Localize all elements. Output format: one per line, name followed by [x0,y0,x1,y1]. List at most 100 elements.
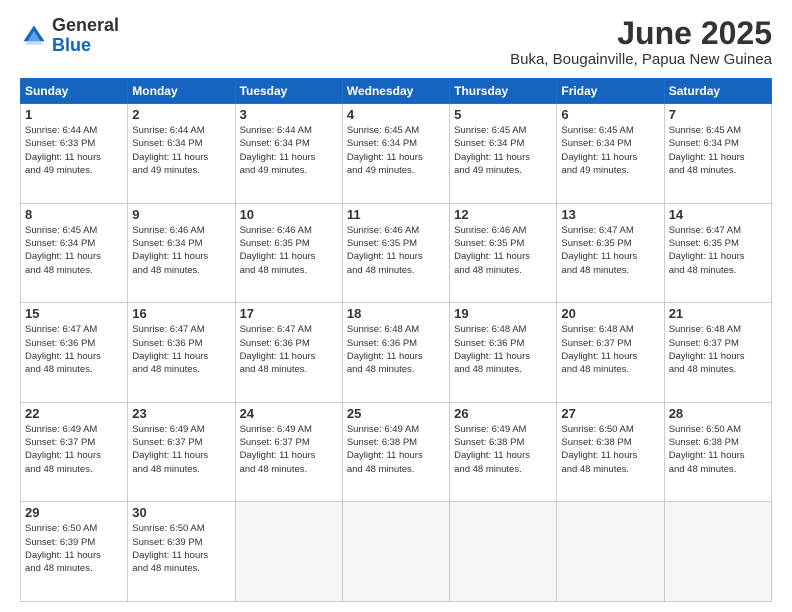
day-detail: Sunrise: 6:46 AM Sunset: 6:35 PM Dayligh… [454,224,552,277]
day-number: 12 [454,207,552,222]
day-number: 5 [454,107,552,122]
day-number: 17 [240,306,338,321]
day-detail: Sunrise: 6:48 AM Sunset: 6:36 PM Dayligh… [454,323,552,376]
day-detail: Sunrise: 6:50 AM Sunset: 6:39 PM Dayligh… [132,522,230,575]
calendar-cell: 12 Sunrise: 6:46 AM Sunset: 6:35 PM Dayli… [450,203,557,303]
day-number: 22 [25,406,123,421]
day-number: 15 [25,306,123,321]
col-monday: Monday [128,79,235,104]
day-detail: Sunrise: 6:50 AM Sunset: 6:38 PM Dayligh… [669,423,767,476]
calendar-row: 29Sunrise: 6:50 AM Sunset: 6:39 PM Dayli… [21,502,772,602]
day-detail: Sunrise: 6:47 AM Sunset: 6:36 PM Dayligh… [240,323,338,376]
calendar-cell [557,502,664,602]
calendar-cell [342,502,449,602]
calendar-cell: 25 Sunrise: 6:49 AM Sunset: 6:38 PM Dayli… [342,402,449,502]
day-detail: Sunrise: 6:49 AM Sunset: 6:38 PM Dayligh… [454,423,552,476]
col-tuesday: Tuesday [235,79,342,104]
calendar-row: 1 Sunrise: 6:44 AM Sunset: 6:33 PM Daylig… [21,104,772,204]
day-detail: Sunrise: 6:50 AM Sunset: 6:39 PM Dayligh… [25,522,123,575]
logo: General Blue [20,16,119,56]
day-number: 20 [561,306,659,321]
calendar-cell: 26 Sunrise: 6:49 AM Sunset: 6:38 PM Dayli… [450,402,557,502]
logo-blue: Blue [52,35,91,55]
day-number: 21 [669,306,767,321]
day-detail: Sunrise: 6:45 AM Sunset: 6:34 PM Dayligh… [669,124,767,177]
day-number: 25 [347,406,445,421]
calendar-cell: 21 Sunrise: 6:48 AM Sunset: 6:37 PM Dayli… [664,303,771,403]
day-detail: Sunrise: 6:45 AM Sunset: 6:34 PM Dayligh… [25,224,123,277]
calendar-table: Sunday Monday Tuesday Wednesday Thursday… [20,78,772,602]
day-number: 2 [132,107,230,122]
day-number: 18 [347,306,445,321]
calendar-cell: 28 Sunrise: 6:50 AM Sunset: 6:38 PM Dayli… [664,402,771,502]
calendar-cell: 29Sunrise: 6:50 AM Sunset: 6:39 PM Dayli… [21,502,128,602]
day-detail: Sunrise: 6:44 AM Sunset: 6:34 PM Dayligh… [240,124,338,177]
calendar-cell: 7Sunrise: 6:45 AM Sunset: 6:34 PM Daylig… [664,104,771,204]
day-detail: Sunrise: 6:44 AM Sunset: 6:34 PM Dayligh… [132,124,230,177]
calendar-page: General Blue June 2025 Buka, Bougainvill… [0,0,792,612]
calendar-cell: 5 Sunrise: 6:45 AM Sunset: 6:34 PM Daylig… [450,104,557,204]
calendar-cell: 22 Sunrise: 6:49 AM Sunset: 6:37 PM Dayli… [21,402,128,502]
calendar-cell: 20 Sunrise: 6:48 AM Sunset: 6:37 PM Dayli… [557,303,664,403]
calendar-cell [664,502,771,602]
logo-icon [20,22,48,50]
day-number: 6 [561,107,659,122]
day-number: 9 [132,207,230,222]
month-title: June 2025 [510,16,772,51]
day-number: 19 [454,306,552,321]
day-detail: Sunrise: 6:49 AM Sunset: 6:37 PM Dayligh… [132,423,230,476]
calendar-row: 22 Sunrise: 6:49 AM Sunset: 6:37 PM Dayli… [21,402,772,502]
day-number: 30 [132,505,230,520]
day-number: 11 [347,207,445,222]
day-number: 1 [25,107,123,122]
day-detail: Sunrise: 6:45 AM Sunset: 6:34 PM Dayligh… [454,124,552,177]
calendar-cell: 10 Sunrise: 6:46 AM Sunset: 6:35 PM Dayli… [235,203,342,303]
calendar-row: 15 Sunrise: 6:47 AM Sunset: 6:36 PM Dayli… [21,303,772,403]
day-number: 16 [132,306,230,321]
calendar-cell: 30 Sunrise: 6:50 AM Sunset: 6:39 PM Dayli… [128,502,235,602]
col-wednesday: Wednesday [342,79,449,104]
day-detail: Sunrise: 6:46 AM Sunset: 6:34 PM Dayligh… [132,224,230,277]
day-number: 3 [240,107,338,122]
calendar-cell: 15Sunrise: 6:47 AM Sunset: 6:36 PM Dayli… [21,303,128,403]
calendar-cell [235,502,342,602]
calendar-cell: 27 Sunrise: 6:50 AM Sunset: 6:38 PM Dayli… [557,402,664,502]
logo-general: General [52,15,119,35]
calendar-cell: 8 Sunrise: 6:45 AM Sunset: 6:34 PM Daylig… [21,203,128,303]
day-number: 10 [240,207,338,222]
calendar-cell: 9 Sunrise: 6:46 AM Sunset: 6:34 PM Daylig… [128,203,235,303]
day-detail: Sunrise: 6:47 AM Sunset: 6:35 PM Dayligh… [561,224,659,277]
day-number: 4 [347,107,445,122]
day-detail: Sunrise: 6:47 AM Sunset: 6:35 PM Dayligh… [669,224,767,277]
calendar-row: 8 Sunrise: 6:45 AM Sunset: 6:34 PM Daylig… [21,203,772,303]
day-number: 26 [454,406,552,421]
day-detail: Sunrise: 6:47 AM Sunset: 6:36 PM Dayligh… [132,323,230,376]
title-block: June 2025 Buka, Bougainville, Papua New … [510,16,772,68]
day-detail: Sunrise: 6:49 AM Sunset: 6:38 PM Dayligh… [347,423,445,476]
day-detail: Sunrise: 6:46 AM Sunset: 6:35 PM Dayligh… [240,224,338,277]
day-detail: Sunrise: 6:44 AM Sunset: 6:33 PM Dayligh… [25,124,123,177]
col-sunday: Sunday [21,79,128,104]
day-detail: Sunrise: 6:50 AM Sunset: 6:38 PM Dayligh… [561,423,659,476]
col-saturday: Saturday [664,79,771,104]
calendar-cell: 11 Sunrise: 6:46 AM Sunset: 6:35 PM Dayli… [342,203,449,303]
calendar-cell: 18Sunrise: 6:48 AM Sunset: 6:36 PM Dayli… [342,303,449,403]
day-number: 23 [132,406,230,421]
logo-text: General Blue [52,16,119,56]
calendar-cell: 4 Sunrise: 6:45 AM Sunset: 6:34 PM Daylig… [342,104,449,204]
day-detail: Sunrise: 6:45 AM Sunset: 6:34 PM Dayligh… [347,124,445,177]
day-detail: Sunrise: 6:48 AM Sunset: 6:37 PM Dayligh… [561,323,659,376]
day-detail: Sunrise: 6:49 AM Sunset: 6:37 PM Dayligh… [25,423,123,476]
day-detail: Sunrise: 6:49 AM Sunset: 6:37 PM Dayligh… [240,423,338,476]
calendar-cell: 6Sunrise: 6:45 AM Sunset: 6:34 PM Daylig… [557,104,664,204]
calendar-cell: 16 Sunrise: 6:47 AM Sunset: 6:36 PM Dayli… [128,303,235,403]
day-number: 8 [25,207,123,222]
day-number: 28 [669,406,767,421]
day-number: 27 [561,406,659,421]
day-detail: Sunrise: 6:46 AM Sunset: 6:35 PM Dayligh… [347,224,445,277]
col-friday: Friday [557,79,664,104]
day-detail: Sunrise: 6:48 AM Sunset: 6:37 PM Dayligh… [669,323,767,376]
day-number: 14 [669,207,767,222]
col-thursday: Thursday [450,79,557,104]
calendar-cell: 23 Sunrise: 6:49 AM Sunset: 6:37 PM Dayli… [128,402,235,502]
